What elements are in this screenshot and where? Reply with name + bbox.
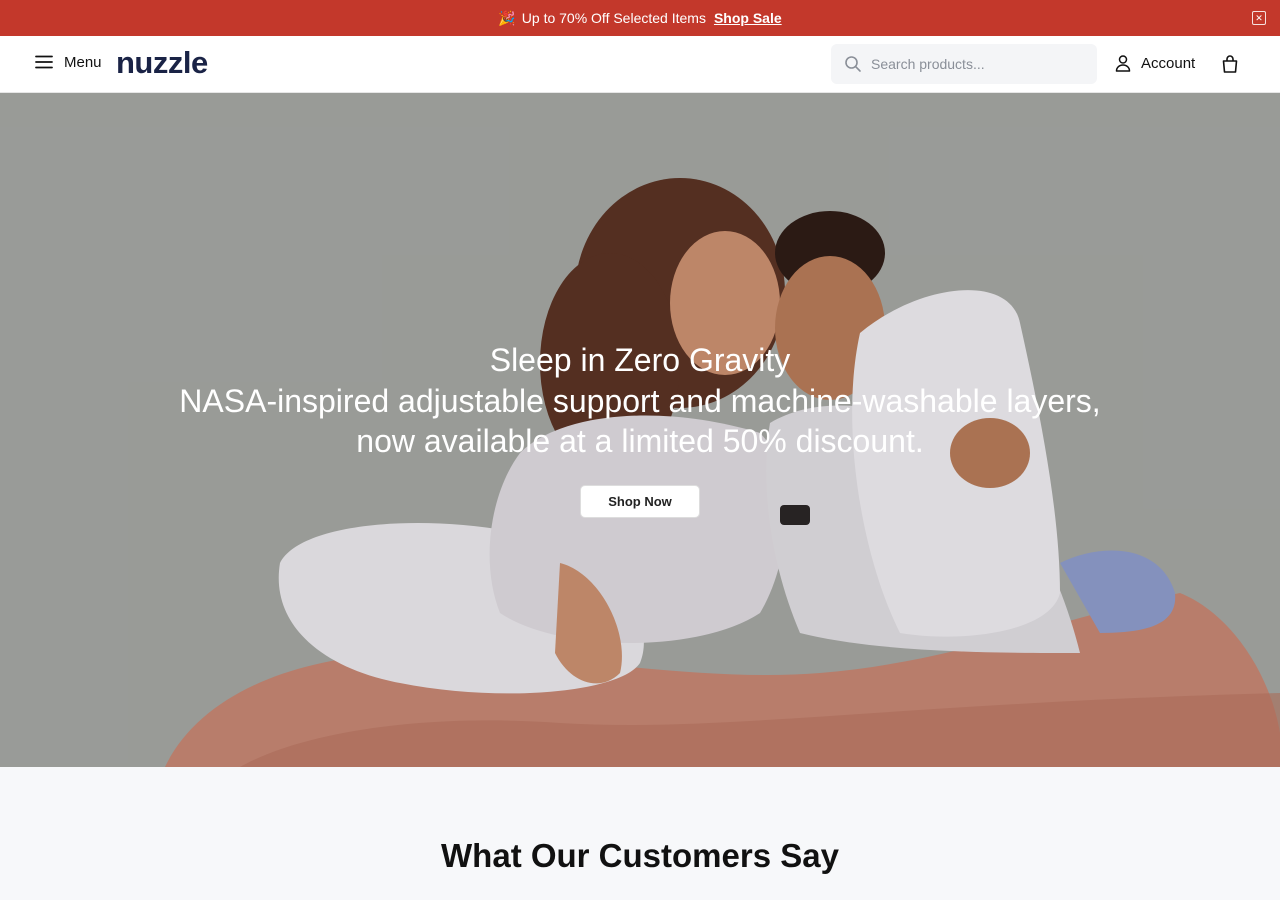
- cart-button[interactable]: [1220, 54, 1240, 79]
- logo-wordmark: nuzzle: [116, 45, 208, 80]
- shopping-bag-icon: [1222, 55, 1238, 73]
- testimonials-section: What Our Customers Say: [0, 767, 1280, 900]
- promo-bar: 🎉 Up to 70% Off Selected Items Shop Sale…: [0, 0, 1280, 36]
- account-label: Account: [1141, 54, 1196, 72]
- hero-content: Sleep in Zero Gravity NASA-inspired adju…: [0, 339, 1280, 518]
- site-header: Menu nuzzle Account: [0, 36, 1280, 93]
- hamburger-icon: [35, 55, 53, 69]
- logo-text: nuzzle: [116, 48, 208, 80]
- hero-title: Sleep in Zero Gravity: [489, 342, 791, 378]
- search-input[interactable]: [871, 56, 1071, 72]
- party-popper-icon: 🎉: [498, 9, 516, 26]
- nuzzle-logo[interactable]: nuzzle: [116, 45, 216, 85]
- menu-button[interactable]: Menu: [34, 52, 102, 72]
- promo-text: Up to 70% Off Selected Items: [521, 10, 706, 26]
- user-icon: [1115, 55, 1131, 72]
- testimonials-heading: What Our Customers Say: [441, 837, 839, 874]
- close-icon[interactable]: ✕: [1252, 11, 1266, 25]
- hero-subtitle-line-1: NASA-inspired adjustable support and mac…: [179, 383, 1101, 419]
- shop-sale-link[interactable]: Shop Sale: [714, 10, 782, 26]
- search-box[interactable]: [831, 44, 1097, 84]
- account-link[interactable]: Account: [1114, 54, 1195, 72]
- search-icon: [845, 56, 861, 72]
- hero-subtitle-line-2: now available at a limited 50% discount.: [356, 423, 924, 459]
- menu-label: Menu: [64, 53, 102, 71]
- shop-now-button[interactable]: Shop Now: [580, 485, 700, 518]
- hero-banner: Sleep in Zero Gravity NASA-inspired adju…: [0, 93, 1280, 767]
